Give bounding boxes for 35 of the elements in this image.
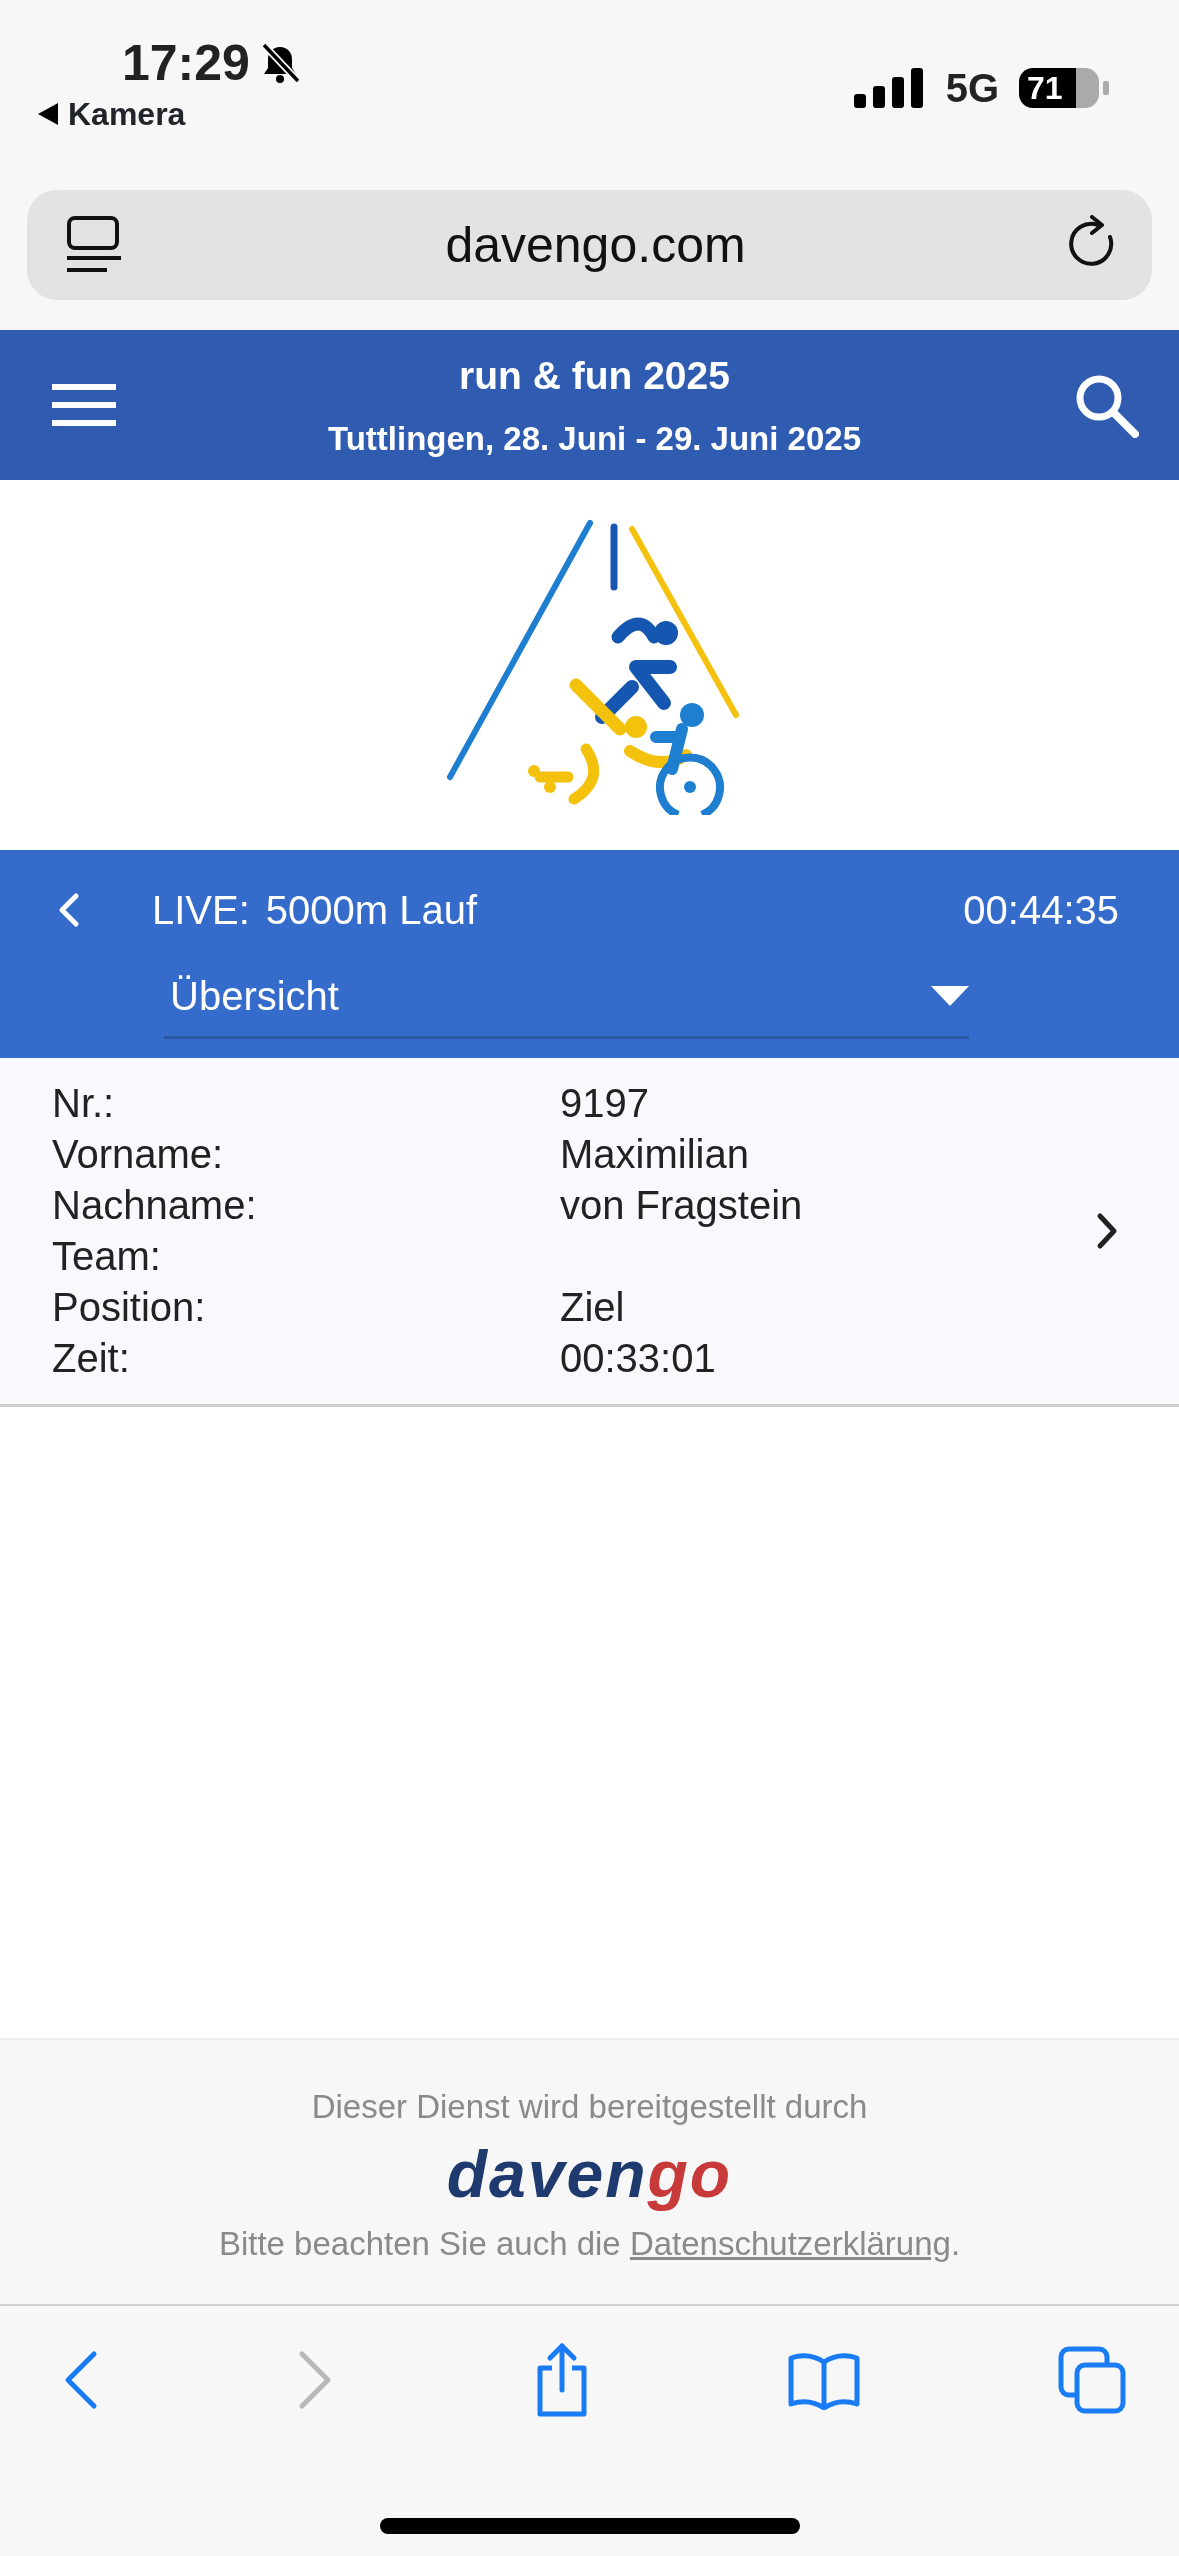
- event-title: run & fun 2025: [458, 353, 731, 399]
- field-label: Nachname:: [52, 1182, 258, 1229]
- field-value: 00:33:01: [560, 1335, 717, 1382]
- signal-icon: [853, 68, 926, 108]
- address-bar[interactable]: davengo.com: [27, 190, 1152, 300]
- tabs-icon[interactable]: [1057, 2345, 1127, 2415]
- field-label: Vorname:: [52, 1131, 225, 1178]
- privacy-notice: Bitte beachten Sie auch die Datenschutzerklärung.: [217, 2223, 962, 2264]
- menu-icon[interactable]: [52, 382, 116, 428]
- field-value: Maximilian: [560, 1131, 750, 1178]
- battery-level: 71: [1019, 68, 1099, 108]
- field-label: Team:: [52, 1233, 162, 1280]
- book-icon[interactable]: [787, 2350, 862, 2410]
- race-clock: 00:44:35: [963, 887, 1119, 934]
- battery-tip-icon: [1103, 81, 1109, 95]
- field-label: Nr.:: [52, 1080, 116, 1127]
- field-value: 9197: [560, 1080, 650, 1127]
- live-label: LIVE:: [151, 887, 250, 934]
- provider-logo: davengo: [446, 2137, 733, 2211]
- network-label: 5G: [945, 65, 999, 112]
- url-text: davengo.com: [445, 215, 746, 275]
- dropdown-caret-icon: [931, 986, 969, 1006]
- field-label: Position:: [52, 1284, 207, 1331]
- participant-card[interactable]: Nr.: 9197 Vorname: Maximilian Nachname: von Fragstein Team: Position: Ziel Zeit: 00:33:01: [0, 1058, 1179, 1407]
- race-name: 5000m Lauf: [265, 887, 478, 934]
- chevron-right-icon: [1095, 1211, 1119, 1251]
- field-value: von Fragstein: [560, 1182, 804, 1229]
- back-triangle-icon: [38, 103, 58, 125]
- event-dates: Tuttlingen, 28. Juni - 29. Juni 2025: [328, 418, 861, 459]
- back-to-app-link[interactable]: Kamera: [38, 98, 302, 130]
- field-value: Ziel: [560, 1284, 626, 1331]
- provided-by-text: Dieser Dienst wird bereitgestellt durch: [310, 2087, 869, 2128]
- clock-time: 17:29: [122, 38, 250, 88]
- view-select[interactable]: Übersicht: [164, 966, 969, 1039]
- field-label: Zeit:: [52, 1335, 131, 1382]
